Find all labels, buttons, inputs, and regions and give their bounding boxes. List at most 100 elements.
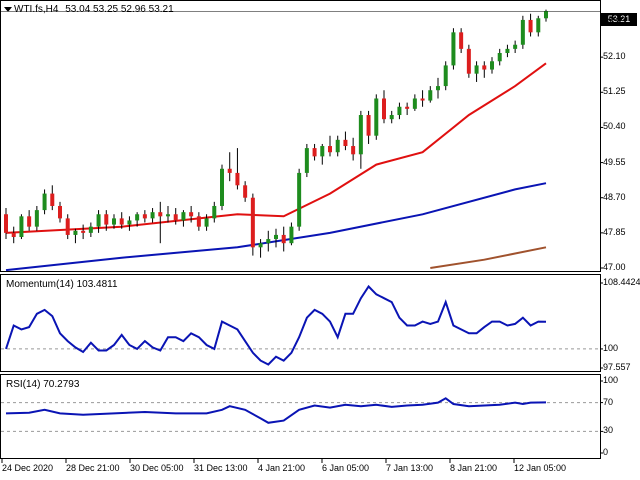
candle-body — [11, 232, 16, 237]
candle-body — [173, 214, 178, 221]
candle-body — [374, 98, 379, 136]
candle — [443, 61, 448, 91]
time-axis-label: 24 Dec 2020 — [2, 463, 54, 473]
candle — [19, 214, 24, 240]
price-scale-label: 47.85 — [603, 226, 626, 237]
rsi-scale-label: 100 — [603, 375, 619, 385]
rsi-scale-label: 30 — [603, 425, 614, 436]
candle-body — [497, 53, 502, 62]
candle-body — [328, 146, 332, 153]
candle-body — [536, 18, 541, 33]
candle-body — [119, 218, 124, 225]
candle-body — [490, 61, 494, 70]
candle-body — [405, 106, 410, 109]
candle-body — [389, 115, 394, 120]
price-scale-label: 48.70 — [603, 191, 626, 202]
candle-body — [4, 214, 8, 233]
candle-body — [243, 185, 248, 198]
candle-body — [428, 90, 433, 101]
candle-body — [27, 216, 32, 227]
candle-body — [312, 148, 317, 157]
candle-body — [505, 48, 510, 54]
candle — [297, 168, 302, 231]
candle-body — [158, 212, 163, 217]
candle-body — [258, 243, 263, 248]
candle-body — [220, 168, 224, 206]
candle-body — [459, 32, 464, 49]
candle — [451, 28, 456, 70]
candle-body — [135, 214, 140, 221]
symbol-header: WTI.fs,H4 53.04 53.25 52.96 53.21 — [14, 4, 174, 15]
candle-body — [227, 168, 232, 173]
candle-body — [528, 19, 533, 33]
candle-body — [451, 32, 456, 66]
momentum-scale-label: 108.4424 — [603, 277, 640, 287]
time-axis-label: 4 Jan 21:00 — [258, 463, 306, 473]
candle-body — [281, 234, 286, 244]
candle-body — [289, 226, 294, 244]
momentum-scale-label: 97.557 — [603, 362, 631, 372]
candle — [374, 94, 379, 140]
time-axis-label: 6 Jan 05:00 — [322, 463, 370, 473]
candle-body — [204, 218, 209, 227]
candle-body — [96, 214, 101, 227]
time-axis-label: 8 Jan 21:00 — [450, 463, 498, 473]
candle-body — [73, 230, 78, 235]
price-scale-label: 51.25 — [603, 86, 626, 97]
candle-body — [189, 212, 194, 217]
candle-body — [34, 210, 39, 227]
candle — [520, 15, 525, 49]
candle-body — [520, 19, 525, 45]
momentum-label: Momentum(14) 103.4811 — [6, 279, 118, 290]
candle-body — [42, 193, 47, 211]
candle-body — [436, 86, 440, 91]
candle-body — [65, 218, 70, 235]
candle-body — [358, 115, 363, 155]
candle-body — [274, 234, 278, 240]
candle-body — [112, 218, 116, 225]
candle-body — [382, 98, 386, 120]
price-scale-label: 50.40 — [603, 121, 626, 132]
candle — [304, 143, 309, 178]
price-scale-label: 52.95 — [603, 16, 626, 26]
time-axis-label: 31 Dec 13:00 — [194, 463, 248, 473]
candle-body — [335, 139, 340, 153]
rsi-label: RSI(14) 70.2793 — [6, 379, 80, 390]
chart-canvas[interactable] — [0, 0, 640, 480]
time-axis-label: 7 Jan 13:00 — [386, 463, 434, 473]
candle-body — [474, 65, 479, 74]
candle-body — [544, 11, 548, 19]
candle-body — [81, 230, 86, 233]
candle-body — [142, 214, 147, 219]
candle-body — [343, 139, 348, 147]
candle-body — [466, 48, 471, 74]
candle-body — [420, 98, 425, 101]
candle-body — [266, 239, 271, 244]
candle-body — [212, 205, 217, 219]
candle-body — [482, 65, 487, 70]
candle-body — [19, 216, 24, 237]
candle-body — [366, 115, 371, 136]
time-axis-label: 30 Dec 05:00 — [130, 463, 184, 473]
candle-body — [320, 146, 325, 157]
ohlc-readout: 53.04 53.25 52.96 53.21 — [65, 4, 174, 15]
candle-body — [397, 106, 402, 116]
candle-body — [351, 146, 356, 155]
candle-body — [250, 197, 255, 248]
candle-body — [412, 98, 417, 109]
candle-body — [181, 212, 186, 221]
rsi-panel-frame — [0, 374, 601, 459]
candle-body — [58, 205, 62, 219]
candle — [250, 193, 255, 256]
candle-body — [127, 220, 132, 225]
price-scale-label: 52.10 — [603, 51, 626, 62]
candle-body — [513, 44, 518, 49]
candle — [466, 44, 471, 78]
triangle-down-icon[interactable] — [4, 7, 12, 12]
candle-body — [50, 193, 55, 206]
candle-body — [443, 65, 448, 87]
time-axis-label: 12 Jan 05:00 — [514, 463, 567, 473]
candle-body — [196, 216, 201, 227]
symbol-label: WTI.fs,H4 — [14, 4, 59, 15]
candle-body — [166, 214, 170, 217]
